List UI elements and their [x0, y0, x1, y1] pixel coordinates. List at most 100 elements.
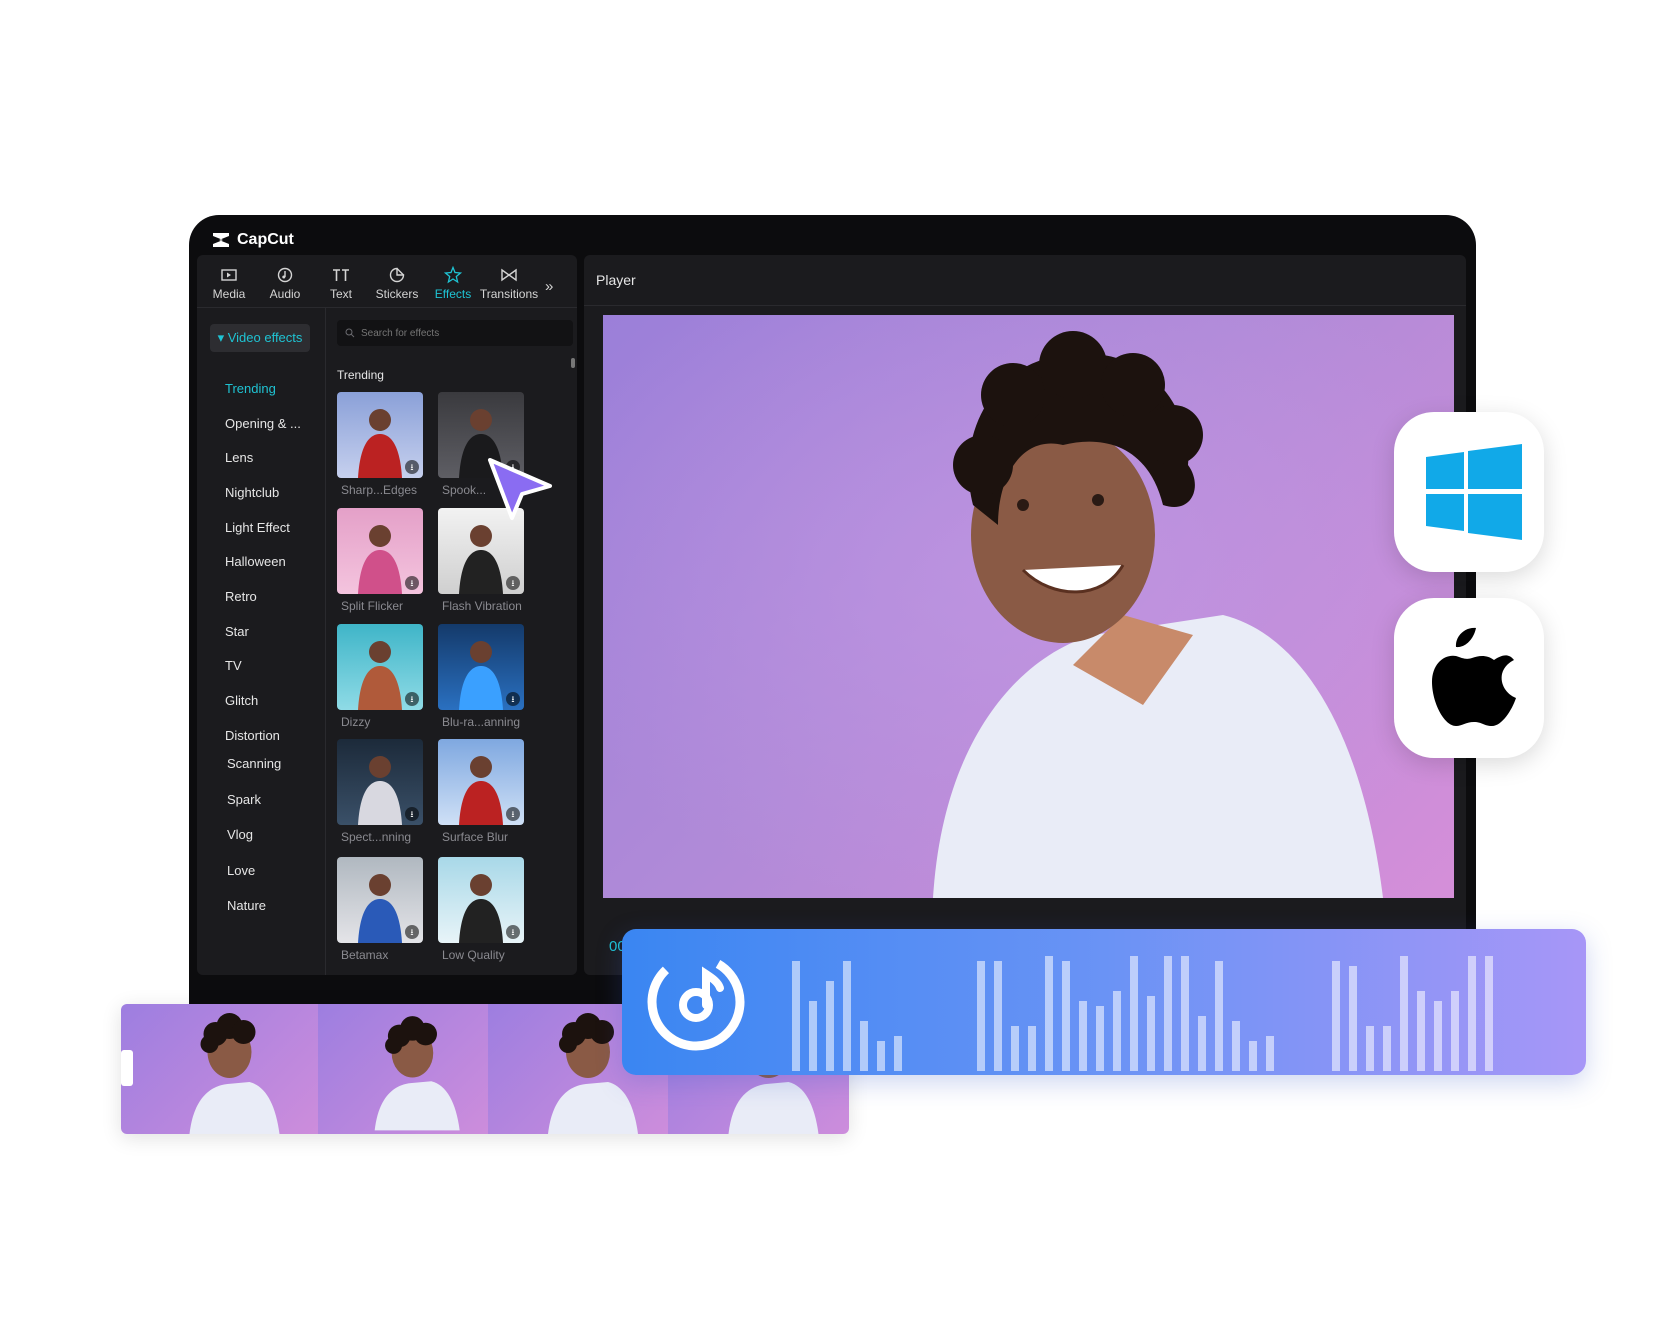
audio-icon — [276, 265, 294, 285]
waveform-bar — [1011, 1026, 1019, 1071]
effect-thumbnail[interactable]: ⭳ — [438, 624, 524, 710]
capcut-logo: CapCut — [211, 225, 294, 255]
category-item[interactable]: Nightclub — [225, 485, 279, 500]
category-item[interactable]: TV — [225, 658, 242, 673]
scrollbar[interactable] — [571, 358, 575, 368]
more-tabs-button[interactable]: » — [545, 278, 553, 307]
waveform-bar — [860, 1021, 868, 1071]
waveform-bar — [1215, 961, 1223, 1071]
download-icon[interactable]: ⭳ — [405, 692, 419, 706]
waveform-bar — [1434, 1001, 1442, 1071]
waveform-bar — [994, 961, 1002, 1071]
tab-audio[interactable]: Audio — [257, 265, 313, 307]
effect-thumbnail[interactable]: ⭳ — [337, 857, 423, 943]
waveform-bar — [1349, 966, 1357, 1071]
download-icon[interactable]: ⭳ — [405, 576, 419, 590]
waveform-bar — [877, 1041, 885, 1071]
video-preview[interactable] — [603, 315, 1454, 898]
tab-stickers[interactable]: Stickers — [369, 265, 425, 307]
transitions-icon — [500, 265, 518, 285]
audio-waveform — [792, 956, 1493, 1071]
category-item[interactable]: Lens — [225, 450, 253, 465]
effect-label: Flash Vibration — [442, 599, 522, 613]
category-item[interactable]: Retro — [225, 589, 257, 604]
capcut-logo-icon — [213, 233, 229, 247]
toolbar-tabs: Media Audio Text Stickers Effects Transi… — [197, 255, 577, 308]
tab-label: Text — [329, 287, 352, 301]
effect-label: Low Quality — [442, 948, 505, 962]
effect-preview-figure — [459, 525, 503, 594]
video-effects-header[interactable]: ▾ Video effects — [210, 324, 310, 352]
waveform-bar — [1062, 961, 1070, 1071]
waveform-bar — [1366, 1026, 1374, 1071]
effect-preview-figure — [358, 641, 402, 710]
waveform-bar — [1113, 991, 1121, 1071]
apple-card — [1394, 598, 1544, 758]
search-icon — [345, 328, 355, 338]
download-icon[interactable]: ⭳ — [506, 692, 520, 706]
waveform-bar — [1249, 1041, 1257, 1071]
effect-thumbnail[interactable]: ⭳ — [337, 508, 423, 594]
trim-handle[interactable] — [121, 1050, 133, 1086]
waveform-bar — [1028, 1026, 1036, 1071]
waveform-bar — [1181, 956, 1189, 1071]
category-item[interactable]: Distortion — [225, 728, 280, 743]
tab-text[interactable]: Text — [313, 265, 369, 307]
apple-logo-icon — [1432, 627, 1516, 726]
effect-preview-figure — [358, 756, 402, 825]
category-item[interactable]: Light Effect — [225, 520, 290, 535]
download-icon[interactable]: ⭳ — [405, 807, 419, 821]
stickers-icon — [388, 265, 406, 285]
effect-preview-figure — [459, 641, 503, 710]
category-item[interactable]: Star — [225, 624, 249, 639]
waveform-bar — [1164, 956, 1172, 1071]
search-input[interactable] — [359, 326, 553, 340]
category-item[interactable]: Glitch — [225, 693, 258, 708]
category-item[interactable]: Spark — [227, 792, 261, 807]
effect-thumbnail[interactable]: ⭳ — [438, 739, 524, 825]
effect-thumbnail[interactable]: ⭳ — [337, 624, 423, 710]
effect-preview-figure — [459, 874, 503, 943]
effect-label: Split Flicker — [341, 599, 404, 613]
effect-thumbnail[interactable]: ⭳ — [337, 739, 423, 825]
tab-transitions[interactable]: Transitions — [479, 265, 539, 307]
waveform-bar — [792, 961, 800, 1071]
category-item[interactable]: Opening & ... — [225, 416, 301, 431]
category-item[interactable]: Nature — [227, 898, 266, 913]
pointer-cursor-icon — [484, 456, 556, 522]
tab-label: Media — [212, 287, 246, 301]
category-item[interactable]: Halloween — [225, 554, 286, 569]
tab-label: Audio — [269, 287, 301, 301]
waveform-bar — [1198, 1016, 1206, 1071]
waveform-bar — [1130, 956, 1138, 1071]
download-icon[interactable]: ⭳ — [506, 925, 520, 939]
category-item[interactable]: Vlog — [227, 827, 253, 842]
search-box[interactable] — [337, 320, 573, 346]
waveform-bar — [826, 981, 834, 1071]
audio-track[interactable] — [622, 929, 1586, 1075]
windows-logo-icon — [1426, 444, 1522, 540]
waveform-bar — [1096, 1006, 1104, 1071]
tab-effects[interactable]: Effects — [425, 265, 481, 307]
player-panel: Player 00 — [584, 255, 1466, 975]
category-item[interactable]: Love — [227, 863, 255, 878]
download-icon[interactable]: ⭳ — [506, 807, 520, 821]
effect-preview-figure — [358, 525, 402, 594]
waveform-bar — [843, 961, 851, 1071]
download-icon[interactable]: ⭳ — [405, 925, 419, 939]
download-icon[interactable]: ⭳ — [506, 576, 520, 590]
tab-label: Transitions — [479, 287, 539, 301]
effect-preview-figure — [358, 409, 402, 478]
app-window: CapCut Media Audio Text Stickers Effects — [189, 215, 1476, 1005]
category-list: ▾ Video effects — [197, 308, 326, 975]
waveform-bar — [894, 1036, 902, 1071]
waveform-bar — [1266, 1036, 1274, 1071]
download-icon[interactable]: ⭳ — [405, 460, 419, 474]
effect-preview-figure — [459, 756, 503, 825]
effect-thumbnail[interactable]: ⭳ — [337, 392, 423, 478]
category-item[interactable]: Scanning — [227, 756, 281, 771]
effect-thumbnail[interactable]: ⭳ — [438, 857, 524, 943]
category-item[interactable]: Trending — [225, 381, 276, 396]
tab-media[interactable]: Media — [201, 265, 257, 307]
music-note-icon — [647, 953, 745, 1051]
